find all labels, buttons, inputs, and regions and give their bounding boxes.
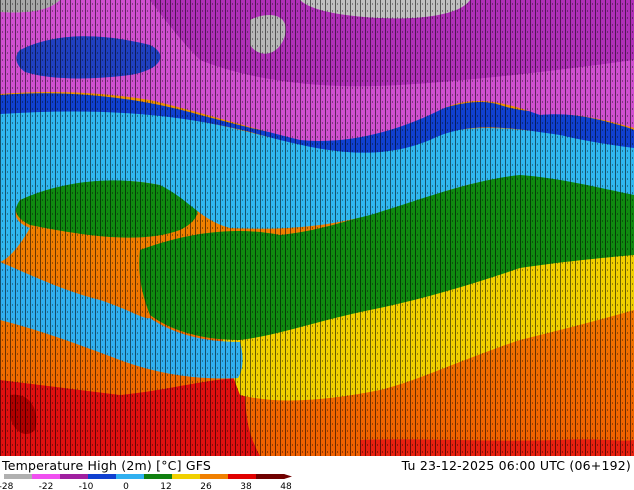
legend-tick-label: -28 xyxy=(0,482,14,490)
legend-tick-label: 26 xyxy=(200,482,212,490)
map-title: Temperature High (2m) [°C] GFS xyxy=(2,458,212,473)
legend-swatch xyxy=(4,474,33,479)
legend-tick-label: 48 xyxy=(280,482,292,490)
legend-tick-label: 12 xyxy=(160,482,171,490)
legend-tick-label: 38 xyxy=(240,482,252,490)
legend-swatch xyxy=(88,474,117,479)
legend-swatch xyxy=(144,474,173,479)
footer-bar: Temperature High (2m) [°C] GFS Tu 23-12-… xyxy=(0,456,634,490)
legend-arrow xyxy=(284,474,292,479)
color-legend: -28 -22 -10 0 12 26 38 48 xyxy=(0,474,292,490)
legend-swatch xyxy=(256,474,285,479)
legend-swatch xyxy=(32,474,61,479)
legend-tick-label: 0 xyxy=(123,482,129,490)
legend-swatch xyxy=(60,474,89,479)
map-figure: Temperature High (2m) [°C] GFS Tu 23-12-… xyxy=(0,0,634,490)
temperature-map xyxy=(0,0,634,456)
legend-tick-label: -22 xyxy=(39,482,54,490)
valid-time-label: Tu 23-12-2025 06:00 UTC (06+192) xyxy=(401,458,631,473)
legend-swatch xyxy=(172,474,201,479)
contour-overlay xyxy=(0,0,634,456)
legend-swatch xyxy=(228,474,257,479)
legend-tick-label: -10 xyxy=(79,482,94,490)
legend-swatch xyxy=(200,474,229,479)
legend-swatch xyxy=(116,474,145,479)
